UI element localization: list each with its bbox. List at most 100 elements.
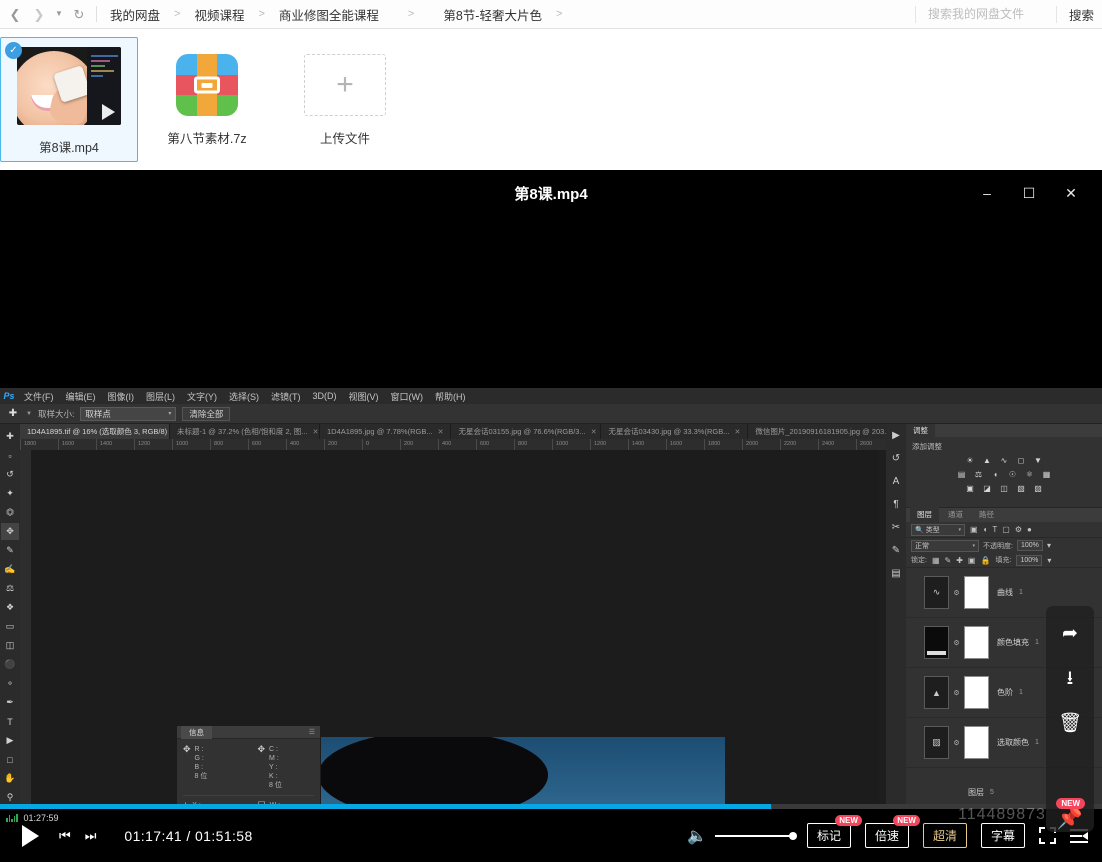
actions-icon[interactable]: ✂ [892,522,900,533]
mark-button[interactable]: 标记 NEW [806,815,862,848]
quality-button[interactable]: 超清 [922,823,967,848]
chevron-down-icon[interactable]: ▼ [26,411,32,417]
tab-paths[interactable]: 路径 [972,507,1001,522]
play-actions-icon[interactable]: ▶ [892,430,900,441]
quick-select-icon[interactable]: ✦ [1,485,19,502]
posterize-icon[interactable]: ◪ [982,483,993,493]
lock-image-icon[interactable]: ✎ [945,556,952,565]
crop-icon[interactable]: ⏣ [1,504,19,521]
color-lookup-icon[interactable]: ▦ [1041,469,1052,479]
close-icon[interactable]: ✕ [591,428,597,436]
forward-icon[interactable]: ❯ [28,3,50,25]
speed-button[interactable]: 倍速 NEW [864,815,920,848]
selective-color-icon[interactable]: ▨ [1033,483,1044,493]
black-white-icon[interactable]: ◖ [990,469,1001,479]
back-icon[interactable]: ❮ [4,3,26,25]
blend-mode-select[interactable]: 正常 [911,539,979,552]
caret-down-icon[interactable]: ▼ [52,3,66,25]
volume-slider[interactable] [714,831,797,840]
marquee-icon[interactable]: ▫ [1,447,19,464]
file-tile-upload[interactable]: + 上传文件 [276,37,414,162]
trash-icon[interactable]: 🗑 [1058,714,1082,733]
exposure-icon[interactable]: ◻ [1016,455,1027,465]
file-tile-archive[interactable]: 第八节素材.7z [138,37,276,162]
ps-menu-select[interactable]: 选择(S) [223,390,265,403]
character-icon[interactable]: A [893,476,900,487]
link-icon[interactable]: ⚙ [953,689,960,697]
vibrance-icon[interactable]: ▼ [1033,455,1044,465]
shape-icon[interactable]: □ [1,751,19,768]
next-icon[interactable]: ⏭ [85,828,97,844]
subtitle-button[interactable]: 字幕 [980,823,1025,848]
volume-icon[interactable]: 🔈 [687,826,707,846]
fill-value[interactable]: 100% [1016,554,1043,566]
breadcrumb-item-0[interactable]: 我的网盘 [107,5,163,24]
photo-filter-icon[interactable]: ☉ [1007,469,1018,479]
file-tile-video[interactable]: ✓ 第8课.mp4 [0,37,138,162]
document-tab[interactable]: 1D4A1895.tif @ 16% (选取颜色 3, RGB/8) * ✕ [20,424,170,439]
close-icon[interactable]: ✕ [438,428,444,436]
ps-menu-layer[interactable]: 图层(L) [140,390,181,403]
sample-size-select[interactable]: 取样点 [80,406,177,421]
ps-menu-image[interactable]: 图像(I) [102,390,141,403]
layer-thumbnail[interactable]: ▲ [924,676,949,709]
eyedropper-icon[interactable]: ✥ [1,523,19,540]
layer-mask-thumbnail[interactable] [964,676,989,709]
document-tab[interactable]: 未标题-1 @ 37.2% (色相/饱和度 2, 图... ✕ [170,424,320,439]
ps-menu-type[interactable]: 文字(Y) [181,390,223,403]
eraser-icon[interactable]: ▭ [1,618,19,635]
panel-menu-icon[interactable]: ☰ [309,728,316,736]
document-tab[interactable]: 1D4A1895.jpg @ 7.78%(RGB... ✕ [320,424,452,439]
blur-icon[interactable]: ⚫ [1,656,19,673]
maximize-icon[interactable]: ☐ [1008,176,1050,210]
levels-icon[interactable]: ▲ [982,455,993,465]
info-panel-tab[interactable]: 信息 [181,725,212,739]
eyedropper-icon[interactable]: ✚ [6,407,20,421]
healing-brush-icon[interactable]: ✎ [1,542,19,559]
adjustments-tab[interactable]: 调整 [906,424,935,437]
hand-icon[interactable]: ✋ [1,770,19,787]
layer-mask-thumbnail[interactable] [964,726,989,759]
history-brush-icon[interactable]: ❖ [1,599,19,616]
tab-channels[interactable]: 通道 [941,507,970,522]
lock-transparency-icon[interactable]: ▦ [932,556,940,565]
gradient-map-icon[interactable]: ▧ [1016,483,1027,493]
breadcrumb-item-3[interactable]: 第8节-轻奢大片色 [440,5,545,24]
layer-thumbnail[interactable]: ▨ [924,726,949,759]
lasso-icon[interactable]: ↺ [1,466,19,483]
type-filter-icon[interactable]: T [992,525,997,534]
brush-icon[interactable]: ✍ [1,561,19,578]
ps-menu-3d[interactable]: 3D(D) [307,391,343,401]
adjustment-filter-icon[interactable]: ◖ [983,525,988,534]
pixel-filter-icon[interactable]: ▣ [970,525,978,534]
volume-control[interactable]: 🔈 [687,826,797,846]
close-icon[interactable]: ✕ [1050,176,1092,210]
gradient-icon[interactable]: ◫ [1,637,19,654]
link-icon[interactable]: ⚙ [953,589,960,597]
pin-button-wrapper[interactable]: 📌 NEW [1046,625,1094,830]
clear-all-button[interactable]: 清除全部 [182,406,231,421]
move-icon[interactable]: ✚ [1,428,19,445]
search-input[interactable] [915,7,1056,21]
shape-filter-icon[interactable]: ▢ [1002,525,1010,534]
brushes-icon[interactable]: ✎ [892,545,900,556]
play-icon[interactable] [22,824,39,847]
history-icon[interactable]: ↺ [892,453,900,464]
curves-icon[interactable]: ∿ [999,455,1010,465]
pin-icon[interactable]: 📌 NEW [1056,798,1086,831]
paragraph-icon[interactable]: ¶ [893,499,898,510]
document-tab[interactable]: 无星会话03155.jpg @ 76.6%(RGB/3... ✕ [451,424,602,439]
layer-kind-select[interactable]: 🔍 类型 [911,523,965,536]
lock-artboard-icon[interactable]: ▣ [968,556,976,565]
ps-menu-window[interactable]: 窗口(W) [385,390,430,403]
lock-all-icon[interactable]: 🔒 [980,556,990,565]
dodge-icon[interactable]: ⚬ [1,675,19,692]
breadcrumb-item-1[interactable]: 视频课程 [191,5,247,24]
close-icon[interactable]: ✕ [313,428,319,436]
pin-button[interactable]: 📌 NEW [1046,795,1094,843]
previous-icon[interactable]: ⏮ [59,828,71,844]
ps-menu-edit[interactable]: 编辑(E) [60,390,102,403]
play-icon[interactable] [102,104,115,120]
document-tab[interactable]: 无星会话03430.jpg @ 33.3%(RGB... ✕ [601,424,749,439]
refresh-icon[interactable]: ↻ [68,3,90,25]
